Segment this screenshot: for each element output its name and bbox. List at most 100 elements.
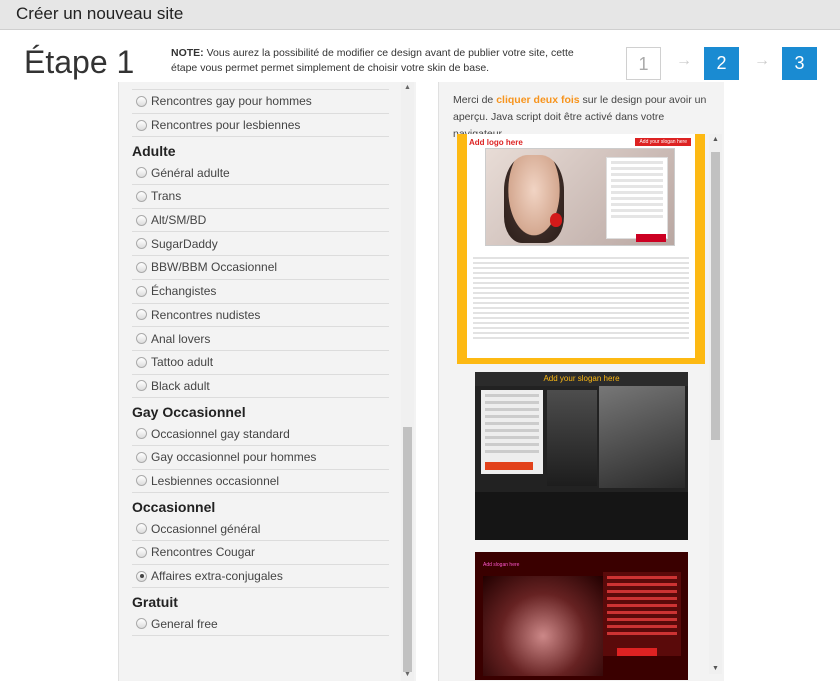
category-heading: Gay Occasionnel (132, 404, 246, 421)
category-option[interactable]: Rencontres Cougar (132, 541, 389, 565)
signup-form-preview (606, 157, 668, 239)
model-photo (504, 155, 564, 243)
thumbnail-slogan: Add your slogan here (635, 138, 691, 146)
list-item-partial (132, 82, 389, 90)
radio-button-icon[interactable] (136, 618, 147, 630)
category-option[interactable]: Occasionnel gay standard (132, 422, 389, 446)
design-thumbnail-2[interactable]: Add your slogan here (475, 372, 688, 540)
scroll-down-icon[interactable]: ▼ (709, 665, 722, 672)
category-option[interactable]: Rencontres nudistes (132, 304, 389, 328)
radio-button-icon[interactable] (136, 356, 147, 368)
radio-button-icon[interactable] (136, 119, 147, 131)
thumbnail-hero-image (485, 148, 675, 246)
category-option-label: Échangistes (151, 284, 217, 299)
thumbnail-slogan: Add slogan here (483, 562, 520, 568)
model-photo (599, 386, 685, 488)
category-option[interactable]: Rencontres gay pour hommes (132, 90, 389, 114)
page-title: Créer un nouveau site (16, 4, 184, 23)
radio-button-icon[interactable] (136, 475, 147, 487)
preview-panel: Merci de cliquer deux fois sur le design… (438, 82, 724, 681)
thumbnail-text-block (473, 254, 689, 349)
category-heading: Gratuit (132, 594, 178, 611)
radio-button-icon[interactable] (136, 95, 147, 107)
category-option-label: Occasionnel général (151, 521, 261, 536)
step-arrow-icon: → (676, 52, 692, 69)
category-option-label: Rencontres Cougar (151, 545, 256, 560)
category-option-label: Tattoo adult (151, 355, 214, 370)
category-option[interactable]: Échangistes (132, 280, 389, 304)
category-option-label: Black adult (151, 378, 210, 393)
category-option-label: Général adulte (151, 165, 230, 180)
radio-button-icon[interactable] (136, 546, 147, 558)
scroll-thumb[interactable] (403, 427, 412, 672)
step-1-indicator[interactable]: 1 (626, 47, 661, 80)
category-option[interactable]: BBW/BBM Occasionnel (132, 256, 389, 280)
category-option[interactable]: Trans (132, 185, 389, 209)
category-option[interactable]: SugarDaddy (132, 232, 389, 257)
radio-button-icon[interactable] (136, 214, 147, 226)
model-photo (483, 576, 603, 676)
radio-button-icon[interactable] (136, 190, 147, 202)
category-option[interactable]: Général adulte (132, 161, 389, 186)
radio-button-icon[interactable] (136, 238, 147, 250)
radio-button-icon[interactable] (136, 570, 147, 582)
hint-prefix: Merci de (453, 94, 497, 106)
radio-button-icon[interactable] (136, 523, 147, 535)
category-option-label: BBW/BBM Occasionnel (151, 260, 278, 275)
category-option-label: SugarDaddy (151, 236, 218, 251)
hint-highlight: cliquer deux fois (496, 94, 580, 106)
category-option[interactable]: Gay occasionnel pour hommes (132, 446, 389, 470)
category-option-label: Gay occasionnel pour hommes (151, 450, 317, 465)
radio-button-icon[interactable] (136, 261, 147, 273)
radio-button-icon[interactable] (136, 309, 147, 321)
radio-button-icon[interactable] (136, 167, 147, 179)
category-option-label: Lesbiennes occasionnel (151, 473, 280, 488)
signup-form-preview (603, 572, 681, 656)
category-scrollbar[interactable]: ▲ ▼ (401, 82, 414, 681)
scroll-up-icon[interactable]: ▲ (401, 82, 414, 94)
category-option[interactable]: General free (132, 612, 389, 637)
category-option[interactable]: Black adult (132, 375, 389, 399)
thumbnail-footer (475, 492, 688, 540)
radio-button-icon[interactable] (136, 451, 147, 463)
category-list: Rencontres gay pour hommes Rencontres pou… (132, 82, 389, 637)
category-option-label: Rencontres pour lesbiennes (151, 118, 301, 133)
step-arrow-icon: → (754, 52, 770, 69)
scroll-down-icon[interactable]: ▼ (401, 669, 414, 681)
category-option-label: Alt/SM/BD (151, 213, 207, 228)
radio-button-icon[interactable] (136, 333, 147, 345)
category-option[interactable]: Anal lovers (132, 327, 389, 351)
design-thumbnail-1[interactable]: Add logo here Add your slogan here (457, 134, 705, 364)
preview-scrollbar[interactable]: ▲ ▼ (709, 134, 722, 674)
category-option[interactable]: Lesbiennes occasionnel (132, 470, 389, 494)
category-option-label: Rencontres gay pour hommes (151, 94, 312, 109)
start-now-button-preview (617, 648, 657, 656)
scroll-up-icon[interactable]: ▲ (709, 136, 722, 143)
category-panel: Rencontres gay pour hommes Rencontres pou… (118, 82, 416, 681)
start-now-button-preview (636, 234, 666, 242)
radio-button-icon[interactable] (136, 380, 147, 392)
note-text: Vous aurez la possibilité de modifier ce… (171, 47, 574, 74)
strawberry-image (550, 213, 562, 227)
radio-button-icon[interactable] (136, 428, 147, 440)
category-heading: Adulte (132, 143, 176, 160)
category-option[interactable]: Affaires extra-conjugales (132, 565, 389, 589)
category-option-label: General free (151, 616, 218, 631)
category-option[interactable]: Occasionnel général (132, 517, 389, 541)
model-photo (547, 390, 597, 486)
scroll-thumb[interactable] (711, 152, 720, 440)
category-option-label: Affaires extra-conjugales (151, 569, 283, 584)
step-title: Étape 1 (24, 44, 135, 80)
category-option-label: Anal lovers (151, 331, 211, 346)
category-option[interactable]: Rencontres pour lesbiennes (132, 114, 389, 138)
category-option[interactable]: Tattoo adult (132, 351, 389, 375)
category-heading: Occasionnel (132, 499, 216, 516)
note-label: NOTE: (171, 47, 204, 59)
thumbnail-slogan: Add your slogan here (475, 372, 688, 386)
design-thumbnail-3[interactable]: Add slogan here (475, 552, 688, 680)
step-2-indicator[interactable]: 2 (704, 47, 739, 80)
step-note: NOTE: Vous aurez la possibilité de modif… (171, 46, 591, 76)
step-3-indicator[interactable]: 3 (782, 47, 817, 80)
radio-button-icon[interactable] (136, 285, 147, 297)
category-option[interactable]: Alt/SM/BD (132, 209, 389, 233)
